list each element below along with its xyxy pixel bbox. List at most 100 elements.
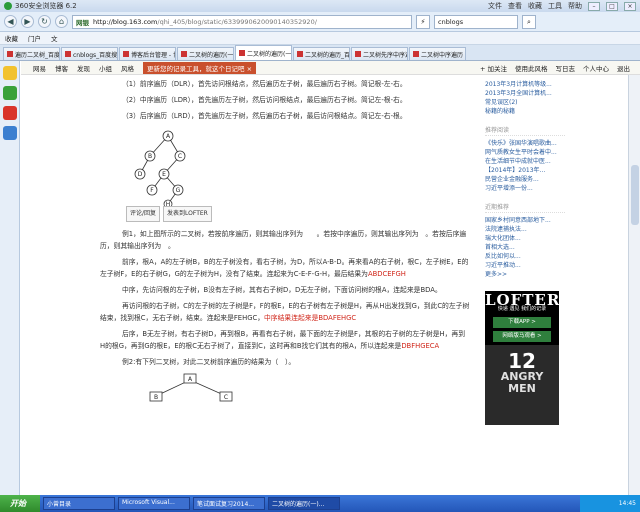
read-link[interactable]: 网气质教女生平时会着中... <box>485 148 565 157</box>
inorder-result-label: 中序结果连起来是 <box>264 314 319 322</box>
follow-button[interactable]: + 加关注 <box>480 63 507 73</box>
url-host: http://blog.163.com <box>93 17 158 26</box>
tab-active[interactable]: 二叉树的遍历(一)× <box>235 45 292 60</box>
forward-icon[interactable]: ▶ <box>21 15 34 28</box>
tab-favicon-icon <box>65 51 71 57</box>
menu-help[interactable]: 帮助 <box>568 1 582 11</box>
taskbar-item[interactable]: 笔试面试复习2014... <box>193 497 265 510</box>
use-style-link[interactable]: 使用此风格 <box>515 63 548 73</box>
search-icon[interactable]: ⌕ <box>522 14 536 29</box>
logout-link[interactable]: 退出 <box>617 63 630 73</box>
near-link[interactable]: 瑞大化团体... <box>485 234 565 243</box>
blog-link[interactable]: 博客 <box>55 63 68 73</box>
favorites-portal[interactable]: 门户 <box>28 33 41 43</box>
near-link[interactable]: 习近平推动... <box>485 261 565 270</box>
ad-web-button[interactable]: 网络版马观看 > <box>493 331 551 342</box>
tab[interactable]: 二叉树先序中序遍× <box>351 47 408 60</box>
back-icon[interactable]: ◀ <box>4 15 17 28</box>
recent-link[interactable]: 常见误区(2) <box>485 98 565 107</box>
blog-link[interactable]: 网易 <box>33 63 46 73</box>
share-lofter-button[interactable]: 发表到LOFTER <box>163 206 212 222</box>
tree-node: B <box>154 394 158 401</box>
ad-download-button[interactable]: 下载APP > <box>493 317 551 328</box>
refresh-icon[interactable]: ↻ <box>38 15 51 28</box>
more-link[interactable]: 更多>> <box>485 270 565 279</box>
read-link[interactable]: 在生活细节中成就中医... <box>485 157 565 166</box>
close-button[interactable]: × <box>624 1 636 11</box>
tab-close-icon[interactable]: × <box>465 51 466 58</box>
scrollbar-thumb[interactable] <box>631 165 639 225</box>
binary-tree-diagram-2: A B C <box>149 373 233 402</box>
menu-file[interactable]: 文件 <box>488 1 502 11</box>
read-link[interactable]: 习近平增添一份... <box>485 184 565 193</box>
tree-node: G <box>176 187 181 194</box>
read-link[interactable]: 《快乐》张国华演唱歌曲... <box>485 139 565 148</box>
taskbar-item[interactable]: 小曾目录 <box>43 497 115 510</box>
favorites-text[interactable]: 文 <box>51 33 58 43</box>
system-tray-clock: 14:45 <box>580 495 640 512</box>
favorites-button[interactable]: 收藏 <box>5 33 18 43</box>
near-link[interactable]: 反比如何以... <box>485 252 565 261</box>
section-heading: 推荐阅读 <box>485 126 565 136</box>
tab[interactable]: 遍历二叉树_百度× <box>3 47 60 60</box>
recent-link[interactable]: 2013年3月计算机等级... <box>485 80 565 89</box>
home-icon[interactable]: ⌂ <box>55 15 68 28</box>
inorder-explanation: 中序，先访问根的左子树，B没有左子树，其有右子树D，D无左子树，下面访问树的根A… <box>122 286 442 294</box>
tab-label: 二叉树的遍历(一) <box>189 51 234 59</box>
tab-label: 二叉树先序中序遍 <box>363 51 408 59</box>
start-button[interactable]: 开始 <box>0 495 40 512</box>
tree-node: C <box>224 394 228 401</box>
tab-label: 二叉树的遍历_百度 <box>305 51 350 59</box>
tree-node: E <box>162 171 166 178</box>
recent-link[interactable]: 2013年3月全国计算机... <box>485 89 565 98</box>
preorder-result: ABDCEFGH <box>367 270 406 278</box>
search-input[interactable]: cnblogs <box>434 14 518 29</box>
read-link[interactable]: 民营企业金融服务... <box>485 175 565 184</box>
inorder-result: BDAFEHGC <box>318 314 357 322</box>
near-link[interactable]: 首相大选... <box>485 243 565 252</box>
tab[interactable]: 二叉树中序遍历× <box>409 47 466 60</box>
weibo-icon[interactable] <box>3 106 17 120</box>
section-heading: 近期推荐 <box>485 203 565 213</box>
lofter-ad[interactable]: LOFTER 快递 遇见 我们的记录 下载APP > 网络版马观看 > 12 A… <box>485 291 559 425</box>
tab[interactable]: 二叉树的遍历_百度× <box>293 47 350 60</box>
tab[interactable]: cnblogs_百度搜索× <box>61 47 118 60</box>
menu-view[interactable]: 查看 <box>508 1 522 11</box>
favorites-bar: 收藏 门户 文 <box>0 32 640 45</box>
example-2: 例2:有下列二叉树，对此二叉树前序遍历的结果为（ ）。 <box>122 358 296 366</box>
write-log-link[interactable]: 写日志 <box>556 63 576 73</box>
blog-link[interactable]: 小组 <box>99 63 112 73</box>
url-input[interactable]: 网银 http://blog.163.com /qhi_405/blog/sta… <box>72 14 412 29</box>
recent-link[interactable]: 秘籍的秘籍 <box>485 107 565 116</box>
browser-window: 360安全浏览器 6.2 文件 查看 收藏 工具 帮助 – □ × ◀ ▶ ↻ … <box>0 0 640 512</box>
lightning-icon[interactable]: ⚡ <box>416 14 430 29</box>
comment-button[interactable]: 评论/回复 <box>126 206 161 222</box>
star-icon[interactable] <box>3 66 17 80</box>
traversal-preorder: （1）前序遍历（DLR），首先访问根结点，然后遍历左子树，最后遍历右子树。简记根… <box>122 80 407 88</box>
near-link[interactable]: 国家乡村同意西部地下... <box>485 216 565 225</box>
tab-favicon-icon <box>355 51 361 57</box>
tab-favicon-icon <box>181 51 187 57</box>
near-link[interactable]: 法院逮捕执法... <box>485 225 565 234</box>
traversal-inorder: （2）中序遍历（LDR），首先遍历左子树，然后访问根结点，最后遍历右子树。简记左… <box>122 96 407 104</box>
tab[interactable]: 博客后台管理 - 博× <box>119 47 176 60</box>
address-bar: ◀ ▶ ↻ ⌂ 网银 http://blog.163.com /qhi_405/… <box>0 12 640 32</box>
tab[interactable]: 二叉树的遍历(一)× <box>177 47 234 60</box>
blog-link[interactable]: 风格 <box>121 63 134 73</box>
notice-banner[interactable]: 更新您的记录工具，就这个日记吧 × <box>143 61 257 74</box>
taskbar-item-active[interactable]: 二叉树的遍历(一)... <box>268 497 340 510</box>
chat-icon[interactable] <box>3 86 17 100</box>
binary-tree-diagram: A B C D E F G H <box>134 130 186 209</box>
read-link[interactable]: 【2014年】2013年... <box>485 166 565 175</box>
menu-favorites[interactable]: 收藏 <box>528 1 542 11</box>
app-icon[interactable] <box>3 126 17 140</box>
taskbar-item[interactable]: Microsoft Visual... <box>118 497 190 510</box>
left-sidebar <box>0 61 20 495</box>
user-center-link[interactable]: 个人中心 <box>583 63 609 73</box>
blog-link[interactable]: 发现 <box>77 63 90 73</box>
menu-tools[interactable]: 工具 <box>548 1 562 11</box>
maximize-button[interactable]: □ <box>606 1 618 11</box>
page-scrollbar[interactable] <box>628 75 640 495</box>
example-1: 例1，如上图所示的二叉树，若按前序遍历，则其输出序列为 。若按中序遍历，则其输出… <box>100 230 467 250</box>
minimize-button[interactable]: – <box>588 1 600 11</box>
